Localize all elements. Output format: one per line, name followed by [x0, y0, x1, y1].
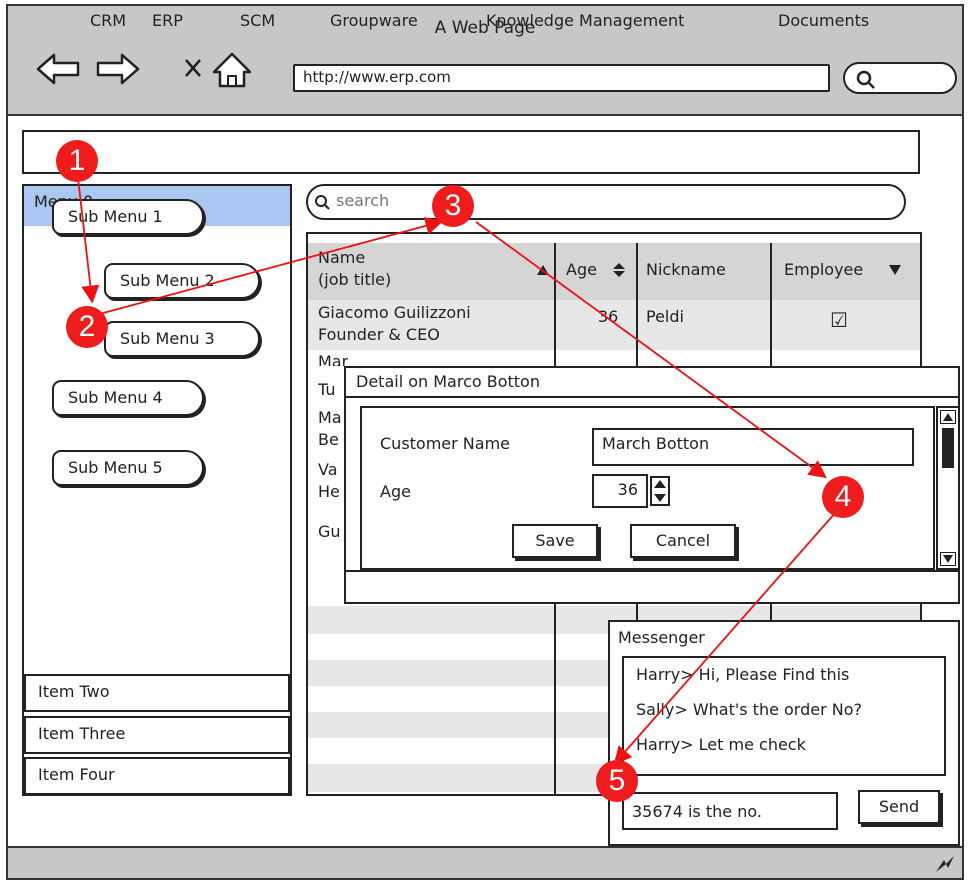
- arrow-3-to-4: [475, 221, 827, 479]
- step-marker-4: 4: [822, 476, 864, 518]
- step-marker-3: 3: [432, 185, 474, 227]
- arrow-1-to-2: [77, 177, 100, 304]
- arrow-4-to-5: [613, 511, 837, 765]
- flow-arrows: [77, 177, 837, 765]
- step-marker-5: 5: [596, 760, 638, 802]
- arrow-2-to-3: [91, 217, 444, 317]
- step-marker-1: 1: [56, 140, 98, 182]
- step-marker-2: 2: [66, 306, 108, 348]
